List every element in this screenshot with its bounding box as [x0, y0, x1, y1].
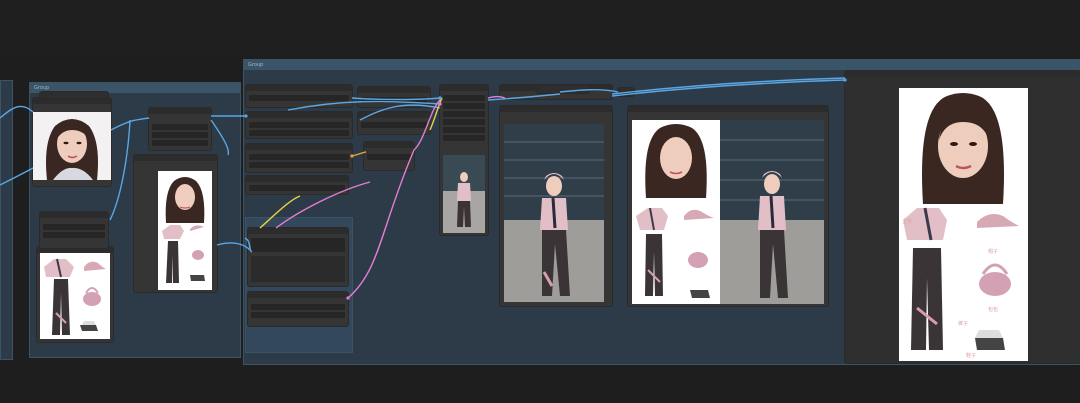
preview-image-node[interactable]: [134, 155, 217, 292]
widget-field[interactable]: [249, 122, 349, 128]
label-hat: 帽子: [988, 249, 999, 255]
widget-field[interactable]: [152, 124, 208, 130]
widget-field[interactable]: [367, 154, 411, 160]
top-toolbar-area: [0, 0, 1080, 58]
node-title-bar: [134, 155, 217, 161]
node-title-bar: [248, 228, 348, 234]
widget-field[interactable]: [443, 111, 485, 117]
widget-field[interactable]: [249, 162, 349, 168]
node-face-analysis[interactable]: [149, 108, 211, 150]
node-title-bar: [149, 108, 211, 114]
node-title-bar: [628, 106, 828, 112]
node-sub1[interactable]: [248, 228, 348, 286]
widget-field[interactable]: [43, 232, 105, 238]
image-result-node[interactable]: [500, 106, 612, 306]
node-title-bar: [246, 112, 352, 118]
generated-street-photo: [504, 124, 604, 302]
node-b3[interactable]: [364, 142, 414, 170]
node-widgets-left[interactable]: [40, 212, 108, 248]
node-title-bar: [246, 144, 352, 150]
group-left-edge[interactable]: [0, 80, 13, 360]
widget-field[interactable]: [43, 224, 105, 230]
widget-field[interactable]: [152, 132, 208, 138]
widget-field[interactable]: [249, 154, 349, 160]
widget-field[interactable]: [249, 185, 345, 191]
load-image-outfit-node[interactable]: [37, 247, 113, 342]
widget-field[interactable]: [443, 135, 485, 141]
node-d2[interactable]: [537, 85, 589, 93]
node-title-bar: [845, 71, 1080, 77]
widget-field[interactable]: [251, 312, 345, 318]
widget-field[interactable]: [249, 130, 349, 136]
widget-field[interactable]: [152, 140, 208, 146]
node-title-bar: [246, 176, 348, 182]
label-pants: 裤子: [958, 321, 969, 327]
group-title[interactable]: Group: [244, 60, 1079, 70]
node-a4[interactable]: [246, 176, 348, 194]
label-shoes: 鞋子: [966, 353, 977, 359]
face-portrait-image: [33, 112, 111, 180]
node-a3[interactable]: [246, 144, 352, 172]
widget-field[interactable]: [443, 119, 485, 125]
widget-textarea[interactable]: [251, 256, 345, 282]
node-title-bar: [358, 87, 430, 93]
node-title-bar: [40, 212, 108, 218]
node-sub2[interactable]: [248, 292, 348, 326]
node-title-bar: [33, 98, 111, 104]
node-title-bar: [246, 85, 352, 91]
load-image-face-node[interactable]: [33, 98, 111, 186]
node-b2[interactable]: [358, 112, 430, 134]
widget-field[interactable]: [443, 127, 485, 133]
widget-field[interactable]: [443, 103, 485, 109]
widget-field[interactable]: [361, 122, 427, 128]
node-title-bar: [364, 142, 414, 148]
node-small-top-left[interactable]: [40, 92, 108, 98]
compare-output-image: [720, 120, 824, 304]
widget-field[interactable]: [249, 95, 349, 101]
node-title-bar: [358, 112, 430, 118]
label-top: 上衣: [902, 219, 913, 225]
image-compare-node[interactable]: [628, 106, 828, 306]
widget-field[interactable]: [443, 95, 485, 101]
node-a2[interactable]: [246, 112, 352, 138]
label-bag: 包包: [988, 307, 999, 313]
widget-field[interactable]: [361, 97, 427, 103]
node-title-bar: [440, 85, 488, 91]
widget-field[interactable]: [251, 304, 345, 310]
small-street-photo: [443, 155, 485, 233]
node-title-bar: [500, 106, 612, 112]
node-title-bar: [248, 292, 348, 298]
node-c-image[interactable]: [440, 85, 488, 235]
preview-combined-image: [158, 171, 212, 290]
outfit-flatlay-image: [40, 253, 110, 339]
node-b1[interactable]: [358, 87, 430, 107]
compare-input-image: [632, 120, 720, 304]
node-a1[interactable]: [246, 85, 352, 107]
widget-field[interactable]: [251, 238, 345, 252]
node-e1[interactable]: [618, 88, 634, 96]
